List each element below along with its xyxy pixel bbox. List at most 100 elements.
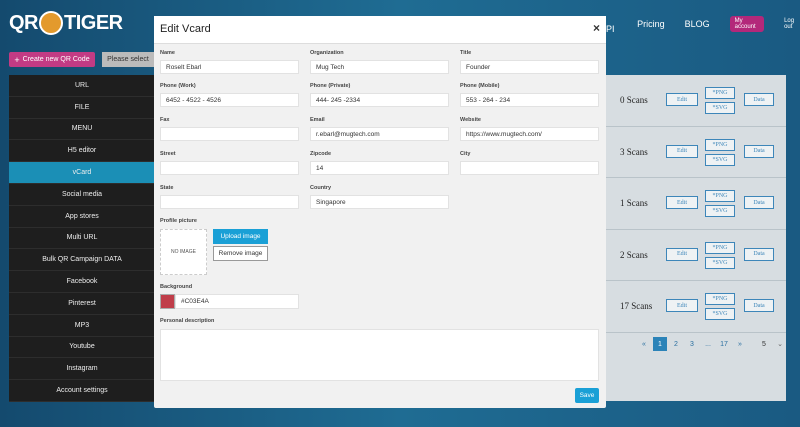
website-input[interactable]: https://www.mugtech.com/ [460, 127, 599, 141]
name-input[interactable]: Roselt Ebarl [160, 60, 299, 74]
my-account-button[interactable]: My account [729, 16, 765, 32]
email-label: Email [310, 117, 325, 123]
download-svg-button[interactable]: *SVG [705, 153, 735, 166]
state-input[interactable] [160, 195, 299, 209]
organization-label: Organization [310, 50, 344, 56]
sidebar-item-file[interactable]: FILE [9, 96, 155, 119]
page-button[interactable]: 3 [685, 337, 699, 351]
profile-picture-group: Profile picture [160, 218, 197, 228]
edit-button[interactable]: Edit [666, 93, 698, 106]
download-svg-button[interactable]: *SVG [705, 102, 735, 114]
data-button[interactable]: Data [744, 299, 774, 312]
remove-image-button[interactable]: Remove image [213, 246, 268, 261]
sidebar-item-youtube[interactable]: Youtube [9, 336, 155, 359]
street-input[interactable] [160, 161, 299, 175]
email-field-group: Email r.ebarl@mugtech.com [310, 117, 449, 141]
sidebar-item-menu[interactable]: MENU [9, 118, 155, 141]
city-input[interactable] [460, 161, 599, 175]
logout-link[interactable]: Log out [784, 18, 800, 30]
logo[interactable]: QR TIGER [9, 10, 123, 36]
table-row: 2 Scans Edit *PNG *SVG Data [604, 230, 786, 281]
email-input[interactable]: r.ebarl@mugtech.com [310, 127, 449, 141]
state-field-group: State [160, 185, 299, 209]
name-field-group: Name Roselt Ebarl [160, 50, 299, 74]
phone-mobile-input[interactable]: 553 - 264 - 234 [460, 93, 599, 107]
title-field-group: Title Founder [460, 50, 599, 74]
close-icon[interactable]: × [593, 21, 600, 35]
per-page-select[interactable]: 5 [757, 337, 771, 351]
phone-private-input[interactable]: 444- 245 -2334 [310, 93, 449, 107]
profile-image-placeholder: NO IMAGE [160, 229, 207, 275]
prev-page-button[interactable]: « [637, 337, 651, 351]
sidebar-item-pinterest[interactable]: Pinterest [9, 292, 155, 315]
modal-header: Edit Vcard × [154, 16, 606, 44]
sidebar-item-instagram[interactable]: Instagram [9, 358, 155, 381]
edit-button[interactable]: Edit [666, 247, 698, 261]
logo-text-left: QR [9, 11, 39, 34]
website-label: Website [460, 117, 481, 123]
nav-pricing[interactable]: Pricing [637, 19, 665, 29]
modal-title: Edit Vcard [160, 23, 211, 35]
data-button[interactable]: Data [744, 196, 774, 209]
edit-button[interactable]: Edit [666, 196, 698, 209]
nav-blog[interactable]: BLOG [685, 19, 710, 29]
sidebar-item-h5-editor[interactable]: H5 editor [9, 140, 155, 163]
name-label: Name [160, 50, 175, 56]
organization-input[interactable]: Mug Tech [310, 60, 449, 74]
background-color-swatch[interactable] [160, 294, 175, 309]
country-input[interactable]: Singapore [310, 195, 449, 209]
fax-field-group: Fax [160, 117, 299, 141]
description-label: Personal description [160, 318, 215, 324]
fax-input[interactable] [160, 127, 299, 141]
data-button[interactable]: Data [744, 247, 774, 261]
sidebar-item-social-media[interactable]: Social media [9, 183, 155, 206]
table-row: 3 Scans Edit *PNG *SVG Data [604, 127, 786, 178]
zipcode-input[interactable]: 14 [310, 161, 449, 175]
download-png-button[interactable]: *PNG [705, 138, 735, 151]
download-png-button[interactable]: *PNG [705, 293, 735, 305]
sidebar-item-account-settings[interactable]: Account settings [9, 380, 155, 402]
personal-description-textarea[interactable] [160, 329, 599, 381]
edit-button[interactable]: Edit [666, 299, 698, 312]
street-label: Street [160, 151, 176, 157]
download-svg-button[interactable]: *SVG [705, 308, 735, 320]
edit-button[interactable]: Edit [666, 144, 698, 158]
background-label: Background [160, 284, 193, 290]
page-button[interactable]: 17 [717, 337, 731, 351]
edit-vcard-modal: Edit Vcard × Name Roselt Ebarl Organizat… [154, 16, 606, 408]
scan-count: 1 Scans [620, 198, 648, 208]
data-button[interactable]: Data [744, 93, 774, 106]
download-png-button[interactable]: *PNG [705, 190, 735, 202]
page-ellipsis: ... [705, 340, 711, 348]
city-field-group: City [460, 151, 599, 175]
phone-work-input[interactable]: 6452 - 4522 - 4526 [160, 93, 299, 107]
sidebar-item-mp3[interactable]: MP3 [9, 314, 155, 337]
save-button[interactable]: Save [575, 388, 599, 403]
title-input[interactable]: Founder [460, 60, 599, 74]
sidebar-item-vcard[interactable]: vCard [9, 162, 155, 184]
country-field-group: Country Singapore [310, 185, 449, 209]
download-svg-button[interactable]: *SVG [705, 256, 735, 269]
download-png-button[interactable]: *PNG [705, 87, 735, 99]
sidebar-item-bulk[interactable]: Bulk QR Campaign DATA [9, 249, 155, 272]
qr-type-select[interactable]: Please select [102, 52, 154, 67]
sidebar-item-url[interactable]: URL [9, 75, 155, 97]
sidebar-item-multi-url[interactable]: Multi URL [9, 227, 155, 250]
data-button[interactable]: Data [744, 144, 774, 158]
scan-count: 2 Scans [620, 249, 648, 260]
page-button[interactable]: 2 [669, 337, 683, 351]
next-page-button[interactable]: » [733, 337, 747, 351]
download-svg-button[interactable]: *SVG [705, 205, 735, 217]
upload-image-button[interactable]: Upload image [213, 229, 268, 244]
scan-count: 17 Scans [620, 301, 653, 311]
download-png-button[interactable]: *PNG [705, 241, 735, 254]
phone-private-field-group: Phone (Private) 444- 245 -2334 [310, 83, 449, 107]
background-color-input[interactable]: #C03E4A [175, 294, 299, 309]
sidebar-item-facebook[interactable]: Facebook [9, 271, 155, 293]
scan-count: 3 Scans [620, 146, 648, 157]
sidebar-item-app-stores[interactable]: App stores [9, 205, 155, 228]
page-button[interactable]: 1 [653, 337, 667, 351]
phone-mobile-label: Phone (Mobile) [460, 83, 500, 89]
create-qr-button[interactable]: + Create new QR Code [9, 52, 95, 67]
table-row: 17 Scans Edit *PNG *SVG Data [604, 281, 786, 333]
